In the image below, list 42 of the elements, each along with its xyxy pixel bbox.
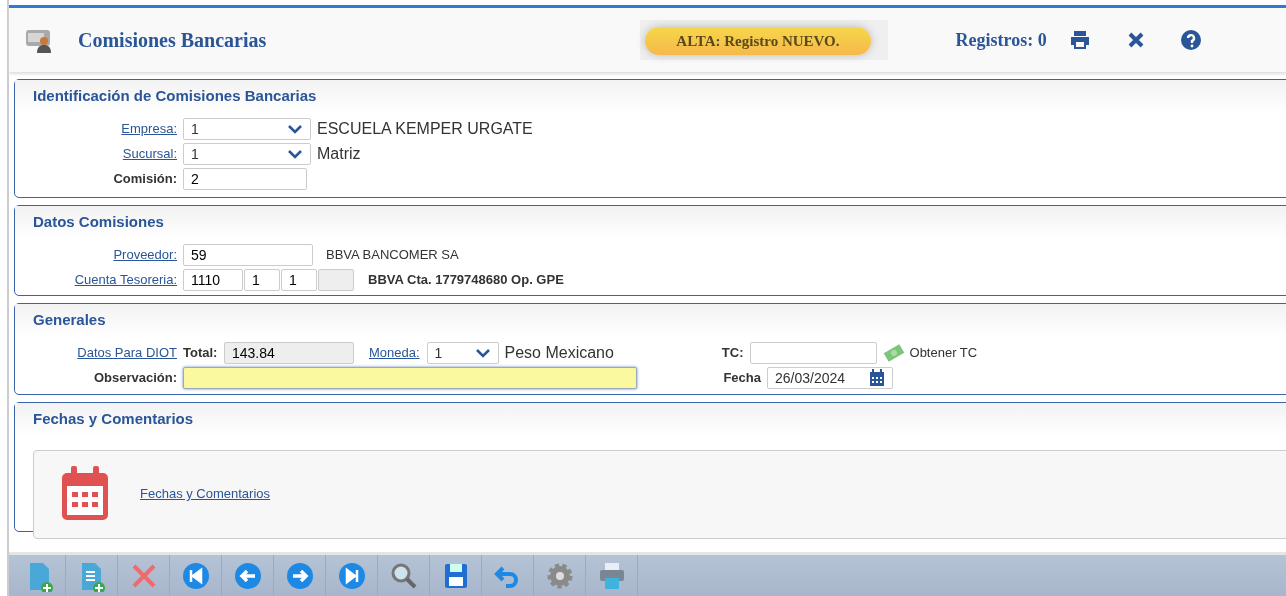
field-label: Fecha [722,369,762,388]
field-link[interactable]: Proveedor: [15,245,183,265]
close-icon[interactable] [1126,31,1145,49]
comments-link[interactable]: Fechas y Comentarios [140,484,271,504]
company-name: ESCUELA KEMPER URGATE [317,119,533,139]
chevron-down-icon [474,348,491,358]
calendar-icon [60,466,110,522]
calendar-icon[interactable] [869,369,885,387]
account-name: BBVA Cta. 1779748680 Op. GPE [368,271,564,290]
field-link[interactable]: Cuenta Tesoreria: [15,270,183,290]
select-field[interactable]: 1 [426,342,499,364]
company-name: Matriz [317,144,361,164]
field-label: Comisión: [112,170,178,189]
print-icon[interactable] [1068,30,1091,50]
field-label: TC: [720,344,745,363]
exchange-rate-field[interactable] [749,342,877,364]
help-icon[interactable] [1180,30,1201,50]
select-field[interactable]: 1 [183,143,311,165]
page-title: Comisiones Bancarias [78,28,267,53]
chevron-down-icon [287,124,303,134]
get-rate-link[interactable]: Obtener TC [909,343,978,363]
status-badge: ALTA: Registro NUEVO. [645,26,871,55]
field-link[interactable]: Empresa: [15,119,183,139]
input-field[interactable]: 2 [183,168,307,190]
select-field[interactable]: 1 [183,118,311,140]
field-label: Total: [183,344,218,363]
supplier-name: BBVA BANCOMER SA [326,246,459,265]
field-link[interactable]: Sucursal: [15,144,183,164]
input-field[interactable]: 59 [183,244,313,266]
field-link[interactable]: Moneda: [368,343,420,363]
diot-link[interactable]: Datos Para DIOT [15,343,183,363]
account-segment-field[interactable]: 1 [281,269,317,291]
records-count: Registros: 0 [955,28,1047,52]
observation-field[interactable] [183,367,637,389]
currency-name: Peso Mexicano [504,343,615,363]
chevron-down-icon [287,149,303,159]
account-segment-field[interactable]: 1 [244,269,280,291]
field-label: Observación: [92,369,178,388]
account-segment-field[interactable]: 1110 [183,269,243,291]
total-field[interactable]: 143.84 [223,342,354,364]
bank-clerk-icon [25,27,53,53]
date-field[interactable]: 26/03/2024 [767,367,893,389]
